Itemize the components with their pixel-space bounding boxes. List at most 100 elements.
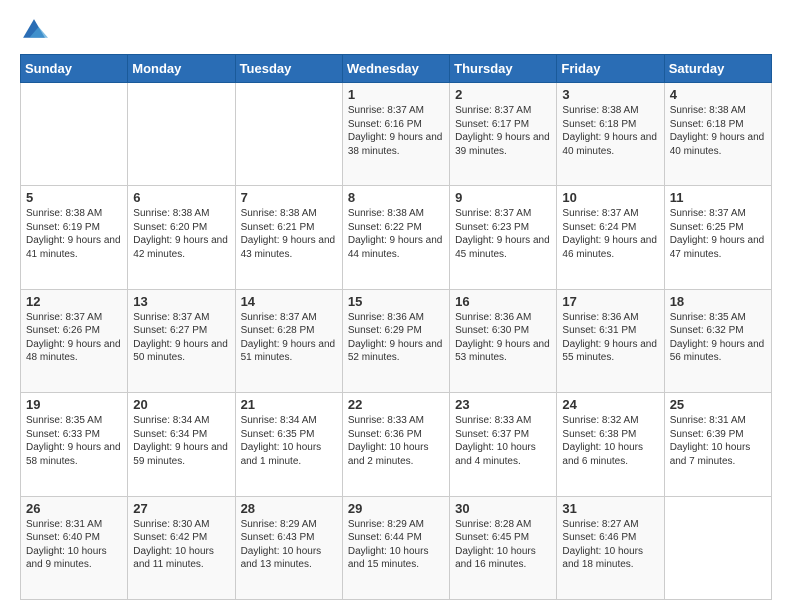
day-info: Sunrise: 8:29 AM Sunset: 6:44 PM Dayligh… [348, 518, 444, 572]
day-number: 25 [670, 397, 766, 412]
logo [20, 16, 52, 44]
day-number: 31 [562, 501, 658, 516]
day-number: 17 [562, 294, 658, 309]
calendar-cell: 3 Sunrise: 8:38 AM Sunset: 6:18 PM Daylig… [557, 83, 664, 186]
calendar-cell: 6 Sunrise: 8:38 AM Sunset: 6:20 PM Daylig… [128, 186, 235, 289]
weekday-header-monday: Monday [128, 55, 235, 83]
day-number: 26 [26, 501, 122, 516]
weekday-header-row: SundayMondayTuesdayWednesdayThursdayFrid… [21, 55, 772, 83]
day-info: Sunrise: 8:31 AM Sunset: 6:39 PM Dayligh… [670, 414, 766, 468]
calendar-cell: 2 Sunrise: 8:37 AM Sunset: 6:17 PM Daylig… [450, 83, 557, 186]
weekday-header-wednesday: Wednesday [342, 55, 449, 83]
day-info: Sunrise: 8:38 AM Sunset: 6:22 PM Dayligh… [348, 207, 444, 261]
day-info: Sunrise: 8:32 AM Sunset: 6:38 PM Dayligh… [562, 414, 658, 468]
day-number: 29 [348, 501, 444, 516]
weekday-header-tuesday: Tuesday [235, 55, 342, 83]
calendar: SundayMondayTuesdayWednesdayThursdayFrid… [20, 54, 772, 600]
day-number: 5 [26, 190, 122, 205]
day-info: Sunrise: 8:36 AM Sunset: 6:31 PM Dayligh… [562, 311, 658, 365]
day-info: Sunrise: 8:37 AM Sunset: 6:26 PM Dayligh… [26, 311, 122, 365]
calendar-cell [128, 83, 235, 186]
day-info: Sunrise: 8:34 AM Sunset: 6:35 PM Dayligh… [241, 414, 337, 468]
day-number: 18 [670, 294, 766, 309]
page: SundayMondayTuesdayWednesdayThursdayFrid… [0, 0, 792, 612]
weekday-header-sunday: Sunday [21, 55, 128, 83]
day-info: Sunrise: 8:38 AM Sunset: 6:18 PM Dayligh… [562, 104, 658, 158]
day-number: 19 [26, 397, 122, 412]
calendar-cell: 17 Sunrise: 8:36 AM Sunset: 6:31 PM Dayli… [557, 289, 664, 392]
calendar-cell: 7 Sunrise: 8:38 AM Sunset: 6:21 PM Daylig… [235, 186, 342, 289]
day-number: 7 [241, 190, 337, 205]
day-number: 10 [562, 190, 658, 205]
day-number: 2 [455, 87, 551, 102]
week-row-3: 19 Sunrise: 8:35 AM Sunset: 6:33 PM Dayli… [21, 393, 772, 496]
calendar-cell: 31 Sunrise: 8:27 AM Sunset: 6:46 PM Dayli… [557, 496, 664, 599]
calendar-cell: 16Sunrise: 8:36 AM Sunset: 6:30 PM Dayli… [450, 289, 557, 392]
day-info: Sunrise: 8:30 AM Sunset: 6:42 PM Dayligh… [133, 518, 229, 572]
day-number: 30 [455, 501, 551, 516]
calendar-cell: 23 Sunrise: 8:33 AM Sunset: 6:37 PM Dayli… [450, 393, 557, 496]
day-info: Sunrise: 8:38 AM Sunset: 6:21 PM Dayligh… [241, 207, 337, 261]
day-info: Sunrise: 8:37 AM Sunset: 6:17 PM Dayligh… [455, 104, 551, 158]
calendar-cell: 24Sunrise: 8:32 AM Sunset: 6:38 PM Dayli… [557, 393, 664, 496]
day-info: Sunrise: 8:33 AM Sunset: 6:37 PM Dayligh… [455, 414, 551, 468]
day-number: 8 [348, 190, 444, 205]
day-number: 4 [670, 87, 766, 102]
calendar-cell: 18 Sunrise: 8:35 AM Sunset: 6:32 PM Dayli… [664, 289, 771, 392]
weekday-header-friday: Friday [557, 55, 664, 83]
calendar-cell: 8 Sunrise: 8:38 AM Sunset: 6:22 PM Daylig… [342, 186, 449, 289]
calendar-cell [235, 83, 342, 186]
day-number: 1 [348, 87, 444, 102]
week-row-2: 12 Sunrise: 8:37 AM Sunset: 6:26 PM Dayli… [21, 289, 772, 392]
day-number: 27 [133, 501, 229, 516]
day-number: 21 [241, 397, 337, 412]
calendar-cell: 26 Sunrise: 8:31 AM Sunset: 6:40 PM Dayli… [21, 496, 128, 599]
day-number: 14 [241, 294, 337, 309]
day-info: Sunrise: 8:29 AM Sunset: 6:43 PM Dayligh… [241, 518, 337, 572]
calendar-cell [21, 83, 128, 186]
day-number: 3 [562, 87, 658, 102]
day-info: Sunrise: 8:27 AM Sunset: 6:46 PM Dayligh… [562, 518, 658, 572]
logo-icon [20, 16, 48, 44]
weekday-header-saturday: Saturday [664, 55, 771, 83]
day-info: Sunrise: 8:35 AM Sunset: 6:33 PM Dayligh… [26, 414, 122, 468]
day-info: Sunrise: 8:35 AM Sunset: 6:32 PM Dayligh… [670, 311, 766, 365]
day-number: 15 [348, 294, 444, 309]
day-info: Sunrise: 8:37 AM Sunset: 6:23 PM Dayligh… [455, 207, 551, 261]
day-number: 16 [455, 294, 551, 309]
week-row-0: 1 Sunrise: 8:37 AM Sunset: 6:16 PM Daylig… [21, 83, 772, 186]
calendar-cell: 28Sunrise: 8:29 AM Sunset: 6:43 PM Dayli… [235, 496, 342, 599]
calendar-cell: 12 Sunrise: 8:37 AM Sunset: 6:26 PM Dayli… [21, 289, 128, 392]
calendar-cell: 1 Sunrise: 8:37 AM Sunset: 6:16 PM Daylig… [342, 83, 449, 186]
day-info: Sunrise: 8:38 AM Sunset: 6:18 PM Dayligh… [670, 104, 766, 158]
calendar-cell: 13 Sunrise: 8:37 AM Sunset: 6:27 PM Dayli… [128, 289, 235, 392]
week-row-1: 5 Sunrise: 8:38 AM Sunset: 6:19 PM Daylig… [21, 186, 772, 289]
day-info: Sunrise: 8:38 AM Sunset: 6:20 PM Dayligh… [133, 207, 229, 261]
calendar-cell: 25 Sunrise: 8:31 AM Sunset: 6:39 PM Dayli… [664, 393, 771, 496]
day-number: 13 [133, 294, 229, 309]
day-number: 11 [670, 190, 766, 205]
calendar-cell: 22Sunrise: 8:33 AM Sunset: 6:36 PM Dayli… [342, 393, 449, 496]
calendar-cell: 27 Sunrise: 8:30 AM Sunset: 6:42 PM Dayli… [128, 496, 235, 599]
day-info: Sunrise: 8:34 AM Sunset: 6:34 PM Dayligh… [133, 414, 229, 468]
calendar-cell: 14Sunrise: 8:37 AM Sunset: 6:28 PM Dayli… [235, 289, 342, 392]
calendar-cell: 29 Sunrise: 8:29 AM Sunset: 6:44 PM Dayli… [342, 496, 449, 599]
calendar-cell: 10 Sunrise: 8:37 AM Sunset: 6:24 PM Dayli… [557, 186, 664, 289]
header [20, 16, 772, 44]
day-number: 20 [133, 397, 229, 412]
day-info: Sunrise: 8:31 AM Sunset: 6:40 PM Dayligh… [26, 518, 122, 572]
day-info: Sunrise: 8:37 AM Sunset: 6:24 PM Dayligh… [562, 207, 658, 261]
calendar-cell: 4 Sunrise: 8:38 AM Sunset: 6:18 PM Daylig… [664, 83, 771, 186]
day-number: 9 [455, 190, 551, 205]
day-info: Sunrise: 8:37 AM Sunset: 6:16 PM Dayligh… [348, 104, 444, 158]
calendar-cell: 20 Sunrise: 8:34 AM Sunset: 6:34 PM Dayli… [128, 393, 235, 496]
day-info: Sunrise: 8:28 AM Sunset: 6:45 PM Dayligh… [455, 518, 551, 572]
calendar-cell: 9 Sunrise: 8:37 AM Sunset: 6:23 PM Daylig… [450, 186, 557, 289]
day-number: 6 [133, 190, 229, 205]
day-number: 23 [455, 397, 551, 412]
day-info: Sunrise: 8:38 AM Sunset: 6:19 PM Dayligh… [26, 207, 122, 261]
day-number: 12 [26, 294, 122, 309]
calendar-cell: 15Sunrise: 8:36 AM Sunset: 6:29 PM Dayli… [342, 289, 449, 392]
calendar-cell: 30 Sunrise: 8:28 AM Sunset: 6:45 PM Dayli… [450, 496, 557, 599]
day-info: Sunrise: 8:37 AM Sunset: 6:27 PM Dayligh… [133, 311, 229, 365]
